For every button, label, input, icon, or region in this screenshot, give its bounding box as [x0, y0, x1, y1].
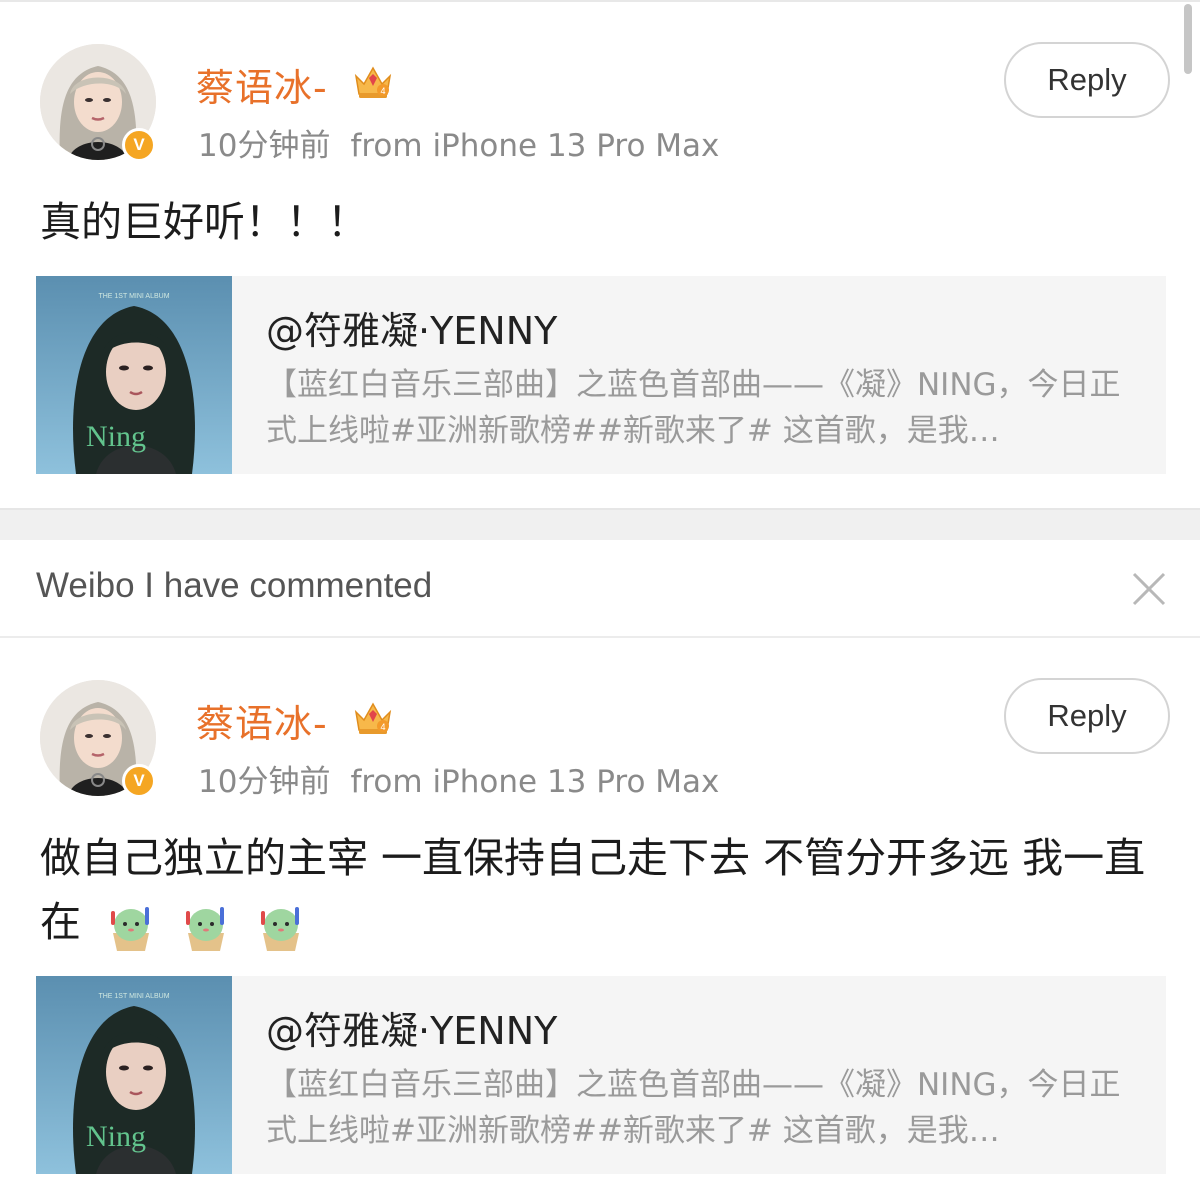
post-meta: 10分钟前 from iPhone 13 Pro Max: [198, 120, 719, 165]
post-source: from iPhone 13 Pro Max: [350, 764, 720, 800]
comment-text: 真的巨好听！！！: [40, 198, 368, 246]
post-time: 10分钟前: [198, 764, 331, 800]
crown-level-icon: 4: [354, 66, 392, 98]
quoted-author[interactable]: @符雅凝·YENNY: [266, 300, 557, 355]
quoted-text: 【蓝红白音乐三部曲】之蓝色首部曲——《凝》NING，今日正式上线啦#亚洲新歌榜#…: [266, 367, 1121, 449]
section-title: Weibo I have commented: [36, 566, 433, 605]
emoji-group: [103, 893, 315, 957]
reply-button[interactable]: Reply: [1004, 42, 1170, 118]
reply-button[interactable]: Reply: [1004, 678, 1170, 754]
author-name[interactable]: 蔡语冰-: [196, 693, 328, 748]
post-source: from iPhone 13 Pro Max: [350, 128, 720, 164]
verified-badge-icon: V: [122, 764, 156, 798]
comment-card: V 蔡语冰- 4 10分钟前 from iPhone 13 Pro Max Rep…: [0, 0, 1200, 512]
cactus-emoji-icon: [111, 907, 149, 951]
divider-line: [0, 508, 1200, 510]
quoted-author[interactable]: @符雅凝·YENNY: [266, 1000, 557, 1055]
svg-text:THE 1ST MINI ALBUM: THE 1ST MINI ALBUM: [98, 293, 169, 300]
comment-text: 做自己独立的主宰 一直保持自己走下去 不管分开多远 我一直在: [40, 826, 1160, 957]
section-divider: [0, 508, 1200, 540]
svg-text:4: 4: [380, 722, 385, 732]
section-header: Weibo I have commented: [0, 540, 1200, 638]
album-cover-image: THE 1ST MINI ALBUM Ning: [36, 976, 232, 1174]
post-time: 10分钟前: [198, 128, 331, 164]
verified-badge-icon: V: [122, 128, 156, 162]
post-meta: 10分钟前 from iPhone 13 Pro Max: [198, 756, 719, 801]
quoted-post[interactable]: THE 1ST MINI ALBUM Ning @符雅凝·YENNY 【蓝红白音…: [36, 976, 1166, 1174]
comment-card: V 蔡语冰- 4 10分钟前 from iPhone 13 Pro Max Rep…: [0, 640, 1200, 1193]
svg-text:THE 1ST MINI ALBUM: THE 1ST MINI ALBUM: [98, 993, 169, 1000]
cactus-emoji-icon: [261, 907, 300, 951]
album-cover-image: THE 1ST MINI ALBUM Ning: [36, 276, 232, 474]
svg-text:4: 4: [380, 86, 385, 96]
quoted-post[interactable]: THE 1ST MINI ALBUM Ning @符雅凝·YENNY 【蓝红白音…: [36, 276, 1166, 474]
author-name[interactable]: 蔡语冰-: [196, 57, 328, 112]
cactus-emoji-icon: [186, 907, 225, 951]
svg-text:Ning: Ning: [86, 420, 146, 453]
crown-level-icon: 4: [354, 702, 392, 734]
quoted-text: 【蓝红白音乐三部曲】之蓝色首部曲——《凝》NING，今日正式上线啦#亚洲新歌榜#…: [266, 1067, 1121, 1149]
svg-text:Ning: Ning: [86, 1120, 146, 1153]
close-icon[interactable]: [1130, 570, 1168, 608]
